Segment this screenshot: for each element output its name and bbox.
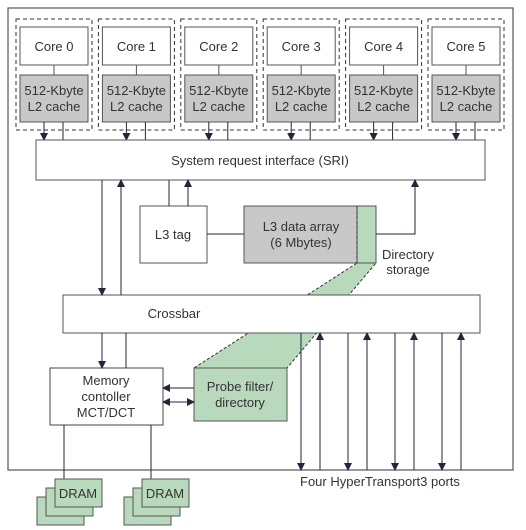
core-label: Core 1 (117, 39, 156, 54)
l2-cache-label-1: 512-Kbyte (436, 83, 495, 98)
l2-cache-label-2: L2 cache (440, 99, 493, 114)
l2-cache-label-2: L2 cache (110, 99, 163, 114)
core-group: Core 4 512-KbyteL2 cache (345, 18, 423, 141)
l2-cache-label-2: L2 cache (357, 99, 410, 114)
core-group: Core 2 512-KbyteL2 cache (180, 18, 258, 141)
core-label: Core 5 (446, 39, 485, 54)
probe-filter-label-1: Probe filter/ (207, 379, 274, 394)
memory-controller-label-2: contoller (81, 389, 131, 404)
l2-cache-label-1: 512-Kbyte (24, 83, 83, 98)
l2-cache-label-1: 512-Kbyte (107, 83, 166, 98)
l2-cache-label-2: L2 cache (192, 99, 245, 114)
directory-storage-box (356, 205, 377, 264)
memory-controller-label-1: Memory (83, 373, 130, 388)
core-group: Core 3 512-KbyteL2 cache (262, 18, 340, 141)
l2-cache-label-1: 512-Kbyte (189, 83, 248, 98)
directory-storage-label-1: Directory (382, 247, 435, 262)
l3data-to-sri-arrow (376, 179, 419, 235)
directory-storage-label-2: storage (386, 262, 429, 277)
dram-label: DRAM (146, 486, 184, 501)
dram-stack: DRAM (36, 478, 103, 526)
l2-cache-label-1: 512-Kbyte (272, 83, 331, 98)
l3-data-label-2: (6 Mbytes) (270, 235, 331, 250)
diagram: Core 0 512-Kbyte L2 cache Core 1 512-Kbyte L2… (0, 0, 526, 530)
crossbar-label: Crossbar (148, 306, 201, 321)
ht-ports-label: Four HyperTransport3 ports (300, 474, 460, 489)
l2-cache-label-2: L2 cache (28, 99, 81, 114)
dram-stack: DRAM (123, 478, 190, 526)
core-group: Core 0 512-KbyteL2 cache (15, 18, 93, 141)
core-group: Core 1 512-KbyteL2 cache (97, 18, 175, 141)
l2-cache-label-2: L2 cache (275, 99, 328, 114)
l2-cache-label-1: 512-Kbyte (354, 83, 413, 98)
core-label: Core 3 (282, 39, 321, 54)
sri-label: System request interface (SRI) (171, 153, 349, 168)
probe-filter-label-2: directory (215, 395, 265, 410)
core-label: Core 2 (199, 39, 238, 54)
dram-label: DRAM (59, 486, 97, 501)
processor-block-diagram: Core 0512-KbyteL2 cacheCore 1512-KbyteL2… (7, 7, 514, 526)
l3-tag-label: L3 tag (155, 227, 191, 242)
crossbar-box (62, 294, 481, 334)
core-group: Core 5 512-KbyteL2 cache (427, 18, 505, 141)
memory-controller-label-3: MCT/DCT (77, 405, 136, 420)
core-label: Core 4 (364, 39, 403, 54)
core-label: Core 0 (34, 39, 73, 54)
l3-data-label-1: L3 data array (263, 219, 340, 234)
